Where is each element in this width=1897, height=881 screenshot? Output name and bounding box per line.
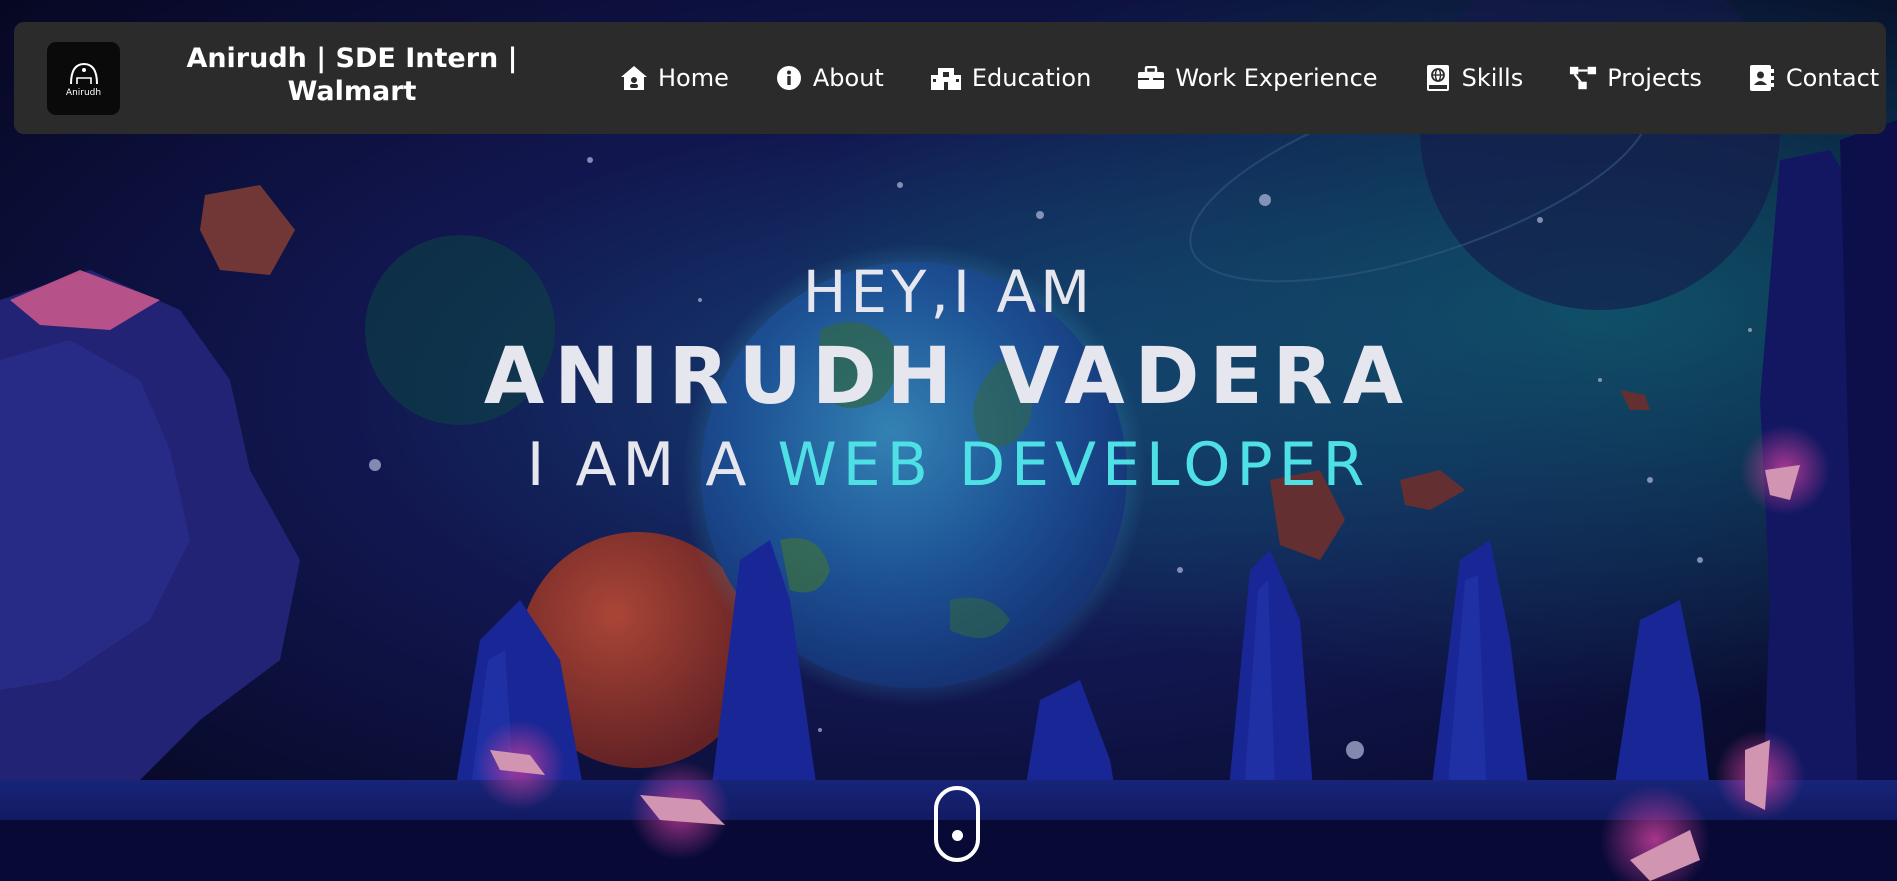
logo[interactable]: Anirudh — [47, 42, 120, 115]
nav-work-experience[interactable]: Work Experience — [1137, 64, 1378, 92]
address-book-icon — [1748, 64, 1776, 92]
astronaut-helmet-icon — [69, 62, 98, 84]
building-icon — [930, 64, 962, 92]
info-icon — [775, 64, 803, 92]
book-icon — [1424, 64, 1452, 92]
scroll-down-mouse-icon[interactable] — [934, 786, 980, 862]
project-diagram-icon — [1569, 64, 1597, 92]
hero-name: ANIRUDH VADERA — [483, 332, 1414, 422]
main-nav: Home About Education Work Experience Ski… — [620, 22, 1879, 134]
nav-projects-label: Projects — [1607, 64, 1702, 92]
nav-contact-label: Contact — [1785, 64, 1880, 92]
home-icon — [620, 64, 648, 92]
page: Anirudh Anirudh | SDE Intern | Walmart H… — [0, 0, 1897, 881]
logo-text: Anirudh — [65, 87, 102, 98]
navbar: Anirudh Anirudh | SDE Intern | Walmart H… — [14, 22, 1886, 134]
nav-about[interactable]: About — [775, 64, 884, 92]
nav-skills-label: Skills — [1461, 64, 1524, 92]
hero-role: WEB DEVELOPER — [777, 430, 1371, 500]
nav-projects[interactable]: Projects — [1569, 64, 1702, 92]
briefcase-icon — [1137, 64, 1165, 92]
hero-greeting: HEY,I AM — [802, 258, 1095, 326]
hero-role-line: I AM A WEB DEVELOPER — [0, 430, 1897, 500]
nav-contact[interactable]: Contact — [1748, 64, 1879, 92]
nav-work-experience-label: Work Experience — [1175, 64, 1378, 92]
nav-skills[interactable]: Skills — [1424, 64, 1524, 92]
site-title[interactable]: Anirudh | SDE Intern | Walmart — [174, 42, 530, 108]
hero-role-prefix: I AM A — [526, 430, 753, 500]
nav-about-label: About — [812, 64, 884, 92]
scroll-dot — [952, 830, 963, 841]
nav-home-label: Home — [658, 64, 729, 92]
nav-home[interactable]: Home — [620, 64, 729, 92]
nav-education[interactable]: Education — [930, 64, 1091, 92]
nav-education-label: Education — [971, 64, 1092, 92]
